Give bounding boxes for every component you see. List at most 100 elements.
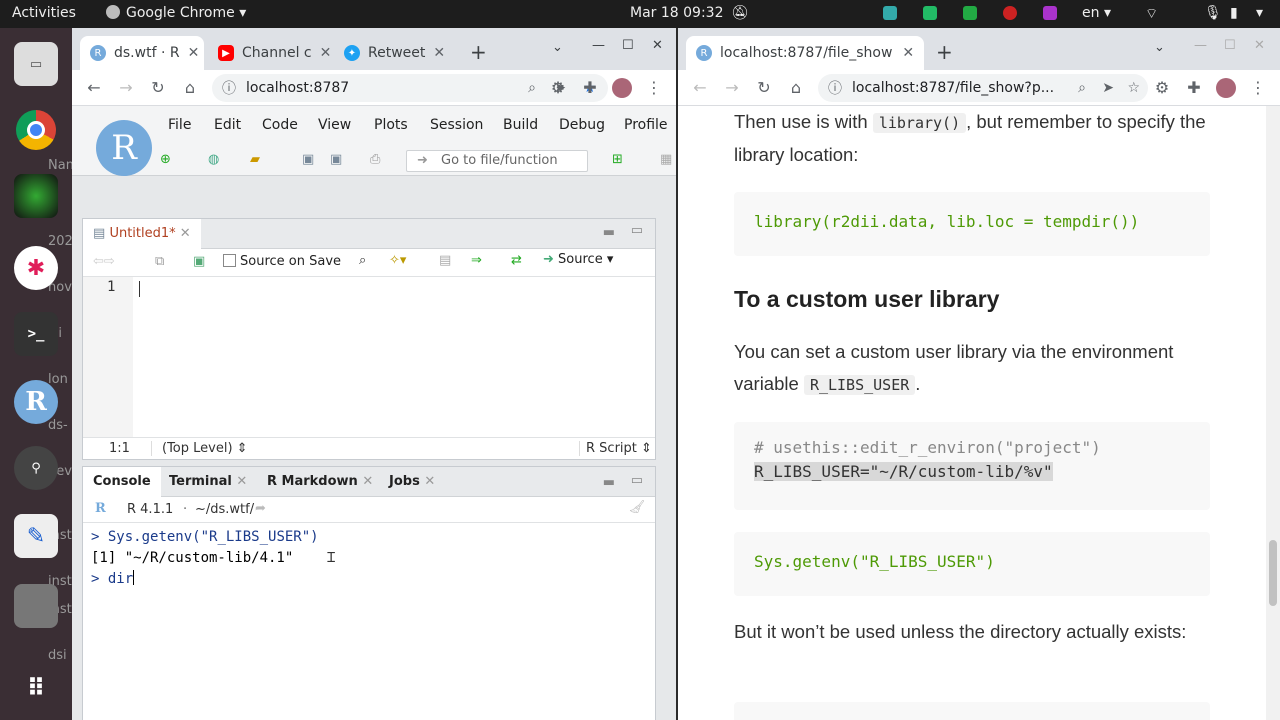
zoom-icon[interactable]: ⌕ bbox=[528, 80, 536, 96]
close-icon[interactable]: ✕ bbox=[188, 45, 200, 61]
tab-twitter[interactable]: ✦ Retweet ✕ bbox=[334, 36, 464, 70]
document-icon[interactable] bbox=[14, 584, 58, 628]
forward-button[interactable]: → bbox=[116, 78, 136, 98]
filetype-selector[interactable]: R Script ⇕ bbox=[579, 441, 652, 456]
activities-button[interactable]: Activities bbox=[12, 5, 76, 21]
close-icon[interactable]: ✕ bbox=[433, 45, 445, 61]
maximize-pane-icon[interactable]: ▭ bbox=[631, 473, 643, 488]
menu-edit[interactable]: Edit bbox=[214, 117, 241, 133]
save-all-icon[interactable]: ▣ bbox=[330, 152, 342, 167]
working-directory[interactable]: ~/ds.wtf/ bbox=[195, 502, 254, 517]
maximize-button[interactable]: ☐ bbox=[622, 38, 634, 53]
scrollbar-thumb[interactable] bbox=[1269, 540, 1277, 606]
tab-untitled1[interactable]: ▤ Untitled1* ✕ bbox=[83, 219, 201, 249]
close-icon[interactable]: ✕ bbox=[424, 474, 435, 489]
tab-terminal[interactable]: Terminal ✕ bbox=[159, 467, 257, 497]
run-icon[interactable]: ⇒ bbox=[471, 253, 482, 268]
forward-button[interactable]: → bbox=[722, 78, 742, 98]
address-bar[interactable]: ⓘ localhost:8787/file_show?p... ⌕ ➤ ☆ bbox=[818, 74, 1148, 102]
scrollbar[interactable] bbox=[1266, 106, 1280, 720]
tab-search-icon[interactable]: ⌄ bbox=[1154, 40, 1165, 55]
reload-button[interactable]: ↻ bbox=[754, 78, 774, 98]
clock[interactable]: Mar 18 09:32 bbox=[630, 5, 723, 21]
source-button[interactable]: ➜ Source ▾ bbox=[543, 252, 613, 267]
slack-icon[interactable]: ✱ bbox=[14, 246, 58, 290]
console-input[interactable]: dir bbox=[108, 571, 133, 587]
tab-console[interactable]: Console bbox=[83, 467, 161, 497]
save-icon[interactable]: ▣ bbox=[302, 152, 314, 167]
extension-icon[interactable]: ⚙ bbox=[548, 78, 568, 98]
menu-session[interactable]: Session bbox=[430, 117, 483, 133]
layout-icon[interactable]: ▦ bbox=[660, 152, 672, 167]
checkbox-box[interactable] bbox=[223, 254, 236, 267]
tab-file-show[interactable]: R localhost:8787/file_show ✕ bbox=[686, 36, 924, 70]
reload-button[interactable]: ↻ bbox=[148, 78, 168, 98]
menu-debug[interactable]: Debug bbox=[559, 117, 605, 133]
search-icon[interactable]: ⌕ bbox=[359, 253, 366, 268]
back-button[interactable]: ← bbox=[690, 78, 710, 98]
language-indicator[interactable]: en ▾ bbox=[1082, 5, 1111, 21]
tab-r-markdown[interactable]: R Markdown ✕ bbox=[257, 467, 383, 497]
send-icon[interactable]: ➤ bbox=[1102, 80, 1114, 96]
avatar[interactable] bbox=[1216, 78, 1236, 98]
home-button[interactable]: ⌂ bbox=[180, 78, 200, 98]
minimize-button[interactable]: — bbox=[1194, 38, 1207, 53]
close-icon[interactable]: ✕ bbox=[902, 45, 914, 61]
chevron-down-icon[interactable]: ▾ bbox=[1256, 5, 1263, 21]
close-window-button[interactable]: ✕ bbox=[1254, 38, 1265, 53]
r-icon[interactable]: R bbox=[14, 380, 58, 424]
shield-tray-icon[interactable] bbox=[963, 6, 977, 20]
minimize-pane-icon[interactable]: ▬ bbox=[603, 475, 615, 490]
close-icon[interactable]: ✕ bbox=[362, 474, 373, 489]
addins-icon[interactable]: ⊞ bbox=[612, 152, 623, 167]
slack-tray-icon[interactable] bbox=[883, 6, 897, 20]
microphone-icon[interactable]: 🎙︎ bbox=[1204, 5, 1222, 21]
code-editor[interactable] bbox=[133, 277, 655, 437]
menu-view[interactable]: View bbox=[318, 117, 351, 133]
battery-icon[interactable]: ▮ bbox=[1230, 5, 1238, 21]
new-tab-button[interactable]: + bbox=[470, 40, 487, 64]
open-folder-icon[interactable]: ▰ bbox=[250, 152, 260, 167]
scope-selector[interactable]: (Top Level) ⇕ bbox=[151, 441, 248, 456]
show-apps-icon[interactable]: ⠿ bbox=[14, 666, 58, 710]
location-icon[interactable]: ⚲ bbox=[14, 446, 58, 490]
goto-file-input[interactable]: ➜ Go to file/function bbox=[406, 150, 588, 172]
more-menu-icon[interactable]: ⋮ bbox=[644, 78, 664, 98]
monitor-tray-icon[interactable] bbox=[923, 6, 937, 20]
magic-wand-icon[interactable]: ✧▾ bbox=[389, 253, 406, 268]
new-project-icon[interactable]: ◍ bbox=[208, 152, 219, 167]
back-arrow-icon[interactable]: ⇦⇨ bbox=[93, 254, 115, 269]
back-button[interactable]: ← bbox=[84, 78, 104, 98]
menu-file[interactable]: File bbox=[168, 117, 191, 133]
app-tray-icon[interactable] bbox=[1043, 6, 1057, 20]
puzzle-icon[interactable]: ✚ bbox=[1184, 78, 1204, 98]
files-icon[interactable]: ▭ bbox=[14, 42, 58, 86]
tab-youtube[interactable]: ▶ Channel c ✕ bbox=[208, 36, 332, 70]
new-file-icon[interactable]: ⊕ bbox=[160, 152, 171, 167]
menu-plots[interactable]: Plots bbox=[374, 117, 408, 133]
save-icon[interactable]: ▣ bbox=[193, 254, 205, 269]
chrome-icon[interactable] bbox=[14, 108, 58, 152]
source-on-save-checkbox[interactable]: Source on Save bbox=[223, 254, 341, 269]
menu-build[interactable]: Build bbox=[503, 117, 538, 133]
extension-icon[interactable]: ⚙ bbox=[1152, 78, 1172, 98]
more-menu-icon[interactable]: ⋮ bbox=[1248, 78, 1268, 98]
zoom-icon[interactable]: ⌕ bbox=[1072, 80, 1086, 96]
menu-profile[interactable]: Profile bbox=[624, 117, 668, 133]
app-menu[interactable]: Google Chrome ▾ bbox=[106, 5, 246, 21]
puzzle-icon[interactable]: ✚ bbox=[580, 78, 600, 98]
bookmark-star-icon[interactable]: ☆ bbox=[1127, 80, 1140, 96]
rerun-icon[interactable]: ⇄ bbox=[511, 253, 522, 268]
close-icon[interactable]: ✕ bbox=[180, 226, 191, 241]
print-icon[interactable]: ⎙ bbox=[370, 152, 380, 167]
clear-console-icon[interactable]: 🧹︎ bbox=[628, 500, 645, 515]
tab-search-icon[interactable]: ⌄ bbox=[552, 40, 563, 55]
maximize-pane-icon[interactable]: ▭ bbox=[631, 223, 643, 238]
maximize-button[interactable]: ☐ bbox=[1224, 38, 1236, 53]
notifications-off-icon[interactable]: 🔕︎ bbox=[731, 5, 749, 21]
go-to-directory-icon[interactable]: ➦ bbox=[255, 501, 266, 516]
record-tray-icon[interactable] bbox=[1003, 6, 1017, 20]
close-icon[interactable]: ✕ bbox=[236, 474, 247, 489]
new-tab-button[interactable]: + bbox=[936, 40, 953, 64]
tab-jobs[interactable]: Jobs ✕ bbox=[379, 467, 445, 497]
